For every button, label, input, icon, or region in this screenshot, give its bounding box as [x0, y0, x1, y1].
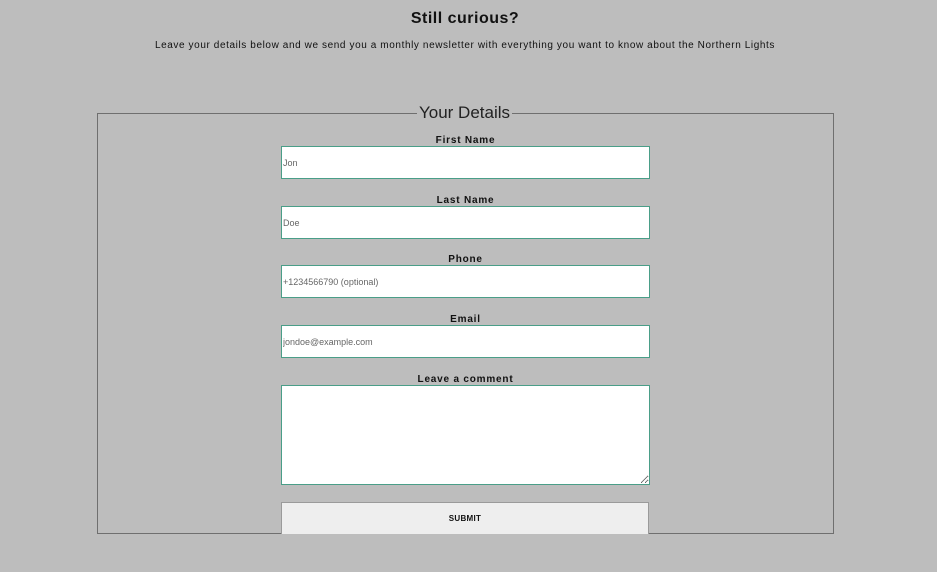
- fieldset-legend: Your Details: [418, 103, 511, 122]
- fieldset-border: [97, 113, 417, 114]
- last-name-input[interactable]: [281, 206, 650, 239]
- phone-label: Phone: [448, 254, 483, 265]
- email-label: Email: [450, 314, 481, 325]
- phone-input[interactable]: [281, 265, 650, 298]
- first-name-label: First Name: [435, 135, 496, 146]
- first-name-input[interactable]: [281, 146, 650, 179]
- fieldset-border: [512, 113, 833, 114]
- comment-textarea[interactable]: [281, 385, 650, 485]
- submit-button[interactable]: SUBMIT: [281, 502, 649, 534]
- page-subtitle: Leave your details below and we send you…: [154, 40, 776, 51]
- page-title: Still curious?: [410, 10, 520, 27]
- email-input[interactable]: [281, 325, 650, 358]
- comment-label: Leave a comment: [417, 374, 514, 385]
- last-name-label: Last Name: [436, 195, 495, 206]
